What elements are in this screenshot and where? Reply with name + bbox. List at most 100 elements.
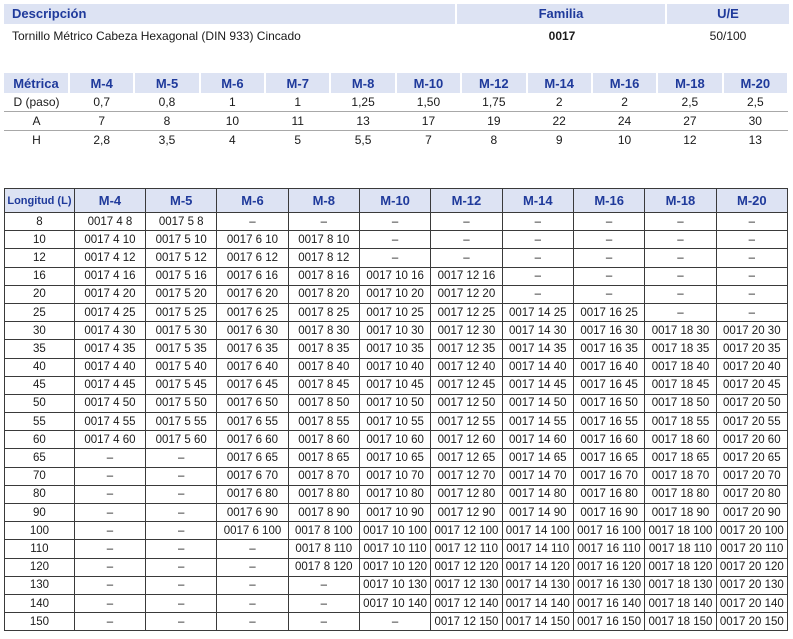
code-cell: – (430, 211, 503, 232)
metric-cell: 1,50 (395, 93, 462, 112)
code-cell: 0017 4 12 (73, 248, 147, 268)
code-cell: 0017 18 60 (644, 430, 717, 450)
code-cell: 0017 5 25 (145, 302, 218, 323)
code-cell: 0017 10 100 (358, 521, 432, 541)
length-cell: 25 (4, 302, 75, 323)
code-cell: 0017 5 60 (145, 430, 218, 450)
code-cell: 0017 4 30 (73, 321, 147, 341)
table-row: 16 0017 4 16 0017 5 16 0017 6 16 0017 8 16 00… (4, 266, 789, 286)
metric-cell: 5 (294, 133, 302, 147)
length-cell: 110 (4, 539, 75, 559)
code-cell: 0017 5 55 (145, 412, 218, 432)
code-cell: – (501, 266, 574, 286)
table-row: 65– –0017 6 65 0017 8 65 0017 10 65 0017 12 … (4, 448, 789, 468)
code-cell: – (287, 575, 360, 595)
code-cell: 0017 20 35 (715, 339, 789, 359)
table-row: 30 0017 4 30 0017 5 30 0017 6 30 0017 8 30 00… (4, 321, 789, 341)
code-cell: 0017 12 60 (430, 430, 503, 450)
code-cell: 0017 12 100 (430, 521, 503, 541)
length-cell: 90 (4, 502, 75, 523)
code-cell: – (73, 484, 147, 505)
code-cell: – (73, 612, 147, 632)
code-cell: 0017 16 40 (572, 357, 646, 377)
metric-cell: 5,5 (354, 133, 372, 147)
metric-column-header: M-16 (591, 73, 659, 93)
length-size-table: Longitud (L) M-4 M-5 M-6 M-8 M-10 M-12 M-14 M-16… (4, 188, 789, 632)
code-cell: 0017 18 90 (644, 502, 717, 523)
code-cell: 0017 10 35 (358, 339, 432, 359)
table-row: 40 0017 4 40 0017 5 40 0017 6 40 0017 8 40 00… (4, 357, 789, 377)
size-column-header: M-6 (216, 188, 289, 213)
code-cell: 0017 16 120 (572, 557, 646, 577)
code-cell: 0017 4 8 (73, 211, 147, 232)
code-cell: 0017 10 140 (358, 593, 432, 614)
table-row: 55 0017 4 55 0017 5 55 0017 6 55 0017 8 55 00… (4, 412, 789, 432)
code-cell: 0017 5 12 (145, 248, 218, 268)
code-cell: 0017 8 120 (287, 557, 360, 577)
length-cell: 45 (4, 375, 75, 395)
metric-cell: 1 (199, 93, 266, 112)
table-row: 150– – – – –0017 12 150 0017 14 150 0017 16 15… (4, 612, 789, 632)
code-cell: 0017 14 65 (501, 448, 574, 468)
code-cell: – (145, 575, 218, 595)
metric-cell: 3,5 (158, 133, 176, 147)
code-cell: 0017 5 8 (145, 211, 218, 232)
code-cell: 0017 16 80 (572, 484, 646, 505)
code-cell: – (715, 284, 789, 304)
length-cell: 55 (4, 412, 75, 432)
code-cell: 0017 20 60 (715, 430, 789, 450)
code-cell: 0017 12 80 (430, 484, 503, 505)
metric-cell: 1,25 (330, 93, 396, 112)
code-cell: 0017 8 40 (287, 357, 360, 377)
code-cell: – (572, 230, 646, 250)
code-cell: 0017 16 60 (572, 430, 646, 450)
metric-cell: 1,75 (461, 93, 527, 112)
table-row: 60 0017 4 60 0017 5 60 0017 6 60 0017 8 60 00… (4, 430, 789, 450)
size-header-row: Longitud (L) M-4 M-5 M-6 M-8 M-10 M-12 M-14 M-16… (4, 188, 789, 213)
metric-row-label: H (32, 133, 41, 147)
metric-cell: 11 (265, 111, 331, 131)
code-cell: – (572, 248, 646, 268)
code-cell: 0017 18 130 (644, 575, 717, 595)
code-cell: 0017 16 130 (572, 575, 646, 595)
code-cell: – (501, 284, 574, 304)
code-cell: 0017 10 80 (358, 484, 432, 505)
code-cell: 0017 12 35 (430, 339, 503, 359)
code-cell: 0017 18 30 (644, 321, 717, 341)
product-info-row: Tornillo Métrico Cabeza Hexagonal (DIN 9… (4, 27, 789, 45)
code-cell: 0017 20 55 (715, 412, 789, 432)
code-cell: 0017 16 35 (572, 339, 646, 359)
code-cell: – (287, 612, 360, 632)
code-cell: 0017 6 60 (216, 430, 289, 450)
code-cell: 0017 10 120 (358, 557, 432, 577)
code-cell: 0017 20 140 (715, 593, 789, 614)
code-cell: – (644, 230, 717, 250)
code-cell: – (572, 284, 646, 304)
code-cell: 0017 16 55 (572, 412, 646, 432)
metric-cell: 4 (229, 133, 236, 147)
code-cell: 0017 10 55 (358, 412, 432, 432)
code-cell: 0017 20 80 (715, 484, 789, 505)
header-ue: U/E (667, 4, 789, 24)
code-cell: 0017 8 45 (287, 375, 360, 395)
table-row: 80– –0017 6 80 0017 8 80 0017 10 80 0017 12 … (4, 484, 789, 505)
code-cell: 0017 14 90 (501, 502, 574, 523)
code-cell: 0017 6 20 (216, 284, 289, 304)
code-cell: 0017 10 30 (358, 321, 432, 341)
code-cell: – (644, 248, 717, 268)
header-descripcion: Descripción (4, 4, 457, 24)
code-cell: – (501, 248, 574, 268)
code-cell: 0017 12 130 (430, 575, 503, 595)
code-cell: – (73, 521, 147, 541)
size-column-header: M-4 (73, 188, 147, 213)
code-cell: 0017 5 30 (145, 321, 218, 341)
code-cell: 0017 14 55 (501, 412, 574, 432)
length-cell: 50 (4, 393, 75, 414)
length-cell: 40 (4, 357, 75, 377)
code-cell: – (358, 230, 432, 250)
code-cell: 0017 18 120 (644, 557, 717, 577)
code-cell: 0017 6 40 (216, 357, 289, 377)
code-cell: 0017 8 100 (287, 521, 360, 541)
code-cell: 0017 20 150 (715, 612, 789, 632)
code-cell: 0017 10 45 (358, 375, 432, 395)
